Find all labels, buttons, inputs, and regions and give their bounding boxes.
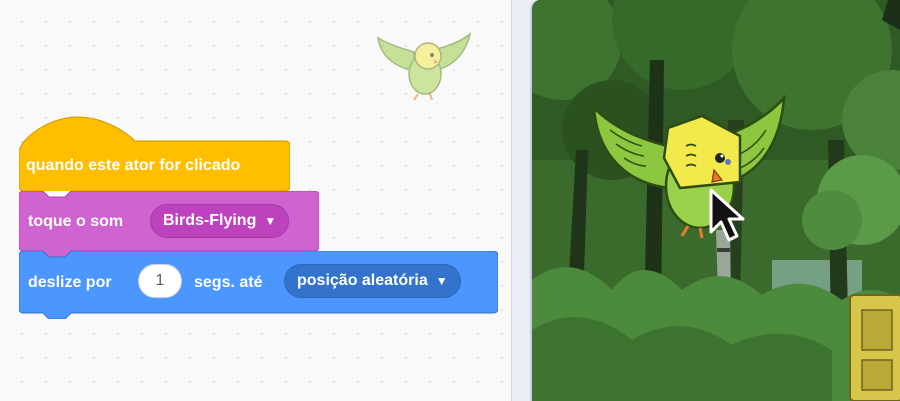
caret-down-icon: ▼ bbox=[264, 214, 277, 228]
mouse-pointer-icon bbox=[709, 188, 745, 242]
sound-dropdown-value: Birds-Flying bbox=[163, 212, 257, 229]
glide-label-1: deslize por bbox=[28, 274, 112, 291]
sound-block-label: toque o som bbox=[28, 213, 124, 230]
play-sound-block[interactable]: toque o som Birds-Flying ▼ bbox=[19, 191, 319, 257]
parakeet-icon bbox=[592, 94, 786, 239]
hat-block-label: quando este ator for clicado bbox=[26, 157, 241, 174]
panel-gap bbox=[512, 0, 530, 401]
sound-dropdown[interactable]: Birds-Flying ▼ bbox=[150, 204, 290, 238]
target-dropdown[interactable]: posição aleatória ▼ bbox=[284, 264, 461, 298]
script-area[interactable]: quando este ator for clicado toque o som… bbox=[0, 0, 512, 401]
glide-to-block[interactable]: deslize por 1 segs. até posição aleatóri… bbox=[19, 251, 498, 319]
glide-label-2: segs. até bbox=[194, 274, 263, 291]
caret-down-icon: ▼ bbox=[435, 274, 448, 288]
parakeet-icon bbox=[377, 32, 472, 101]
target-dropdown-value: posição aleatória bbox=[297, 272, 428, 289]
seconds-input[interactable]: 1 bbox=[138, 264, 182, 298]
stage[interactable] bbox=[530, 0, 900, 401]
when-sprite-clicked-block[interactable]: quando este ator for clicado bbox=[19, 115, 290, 191]
